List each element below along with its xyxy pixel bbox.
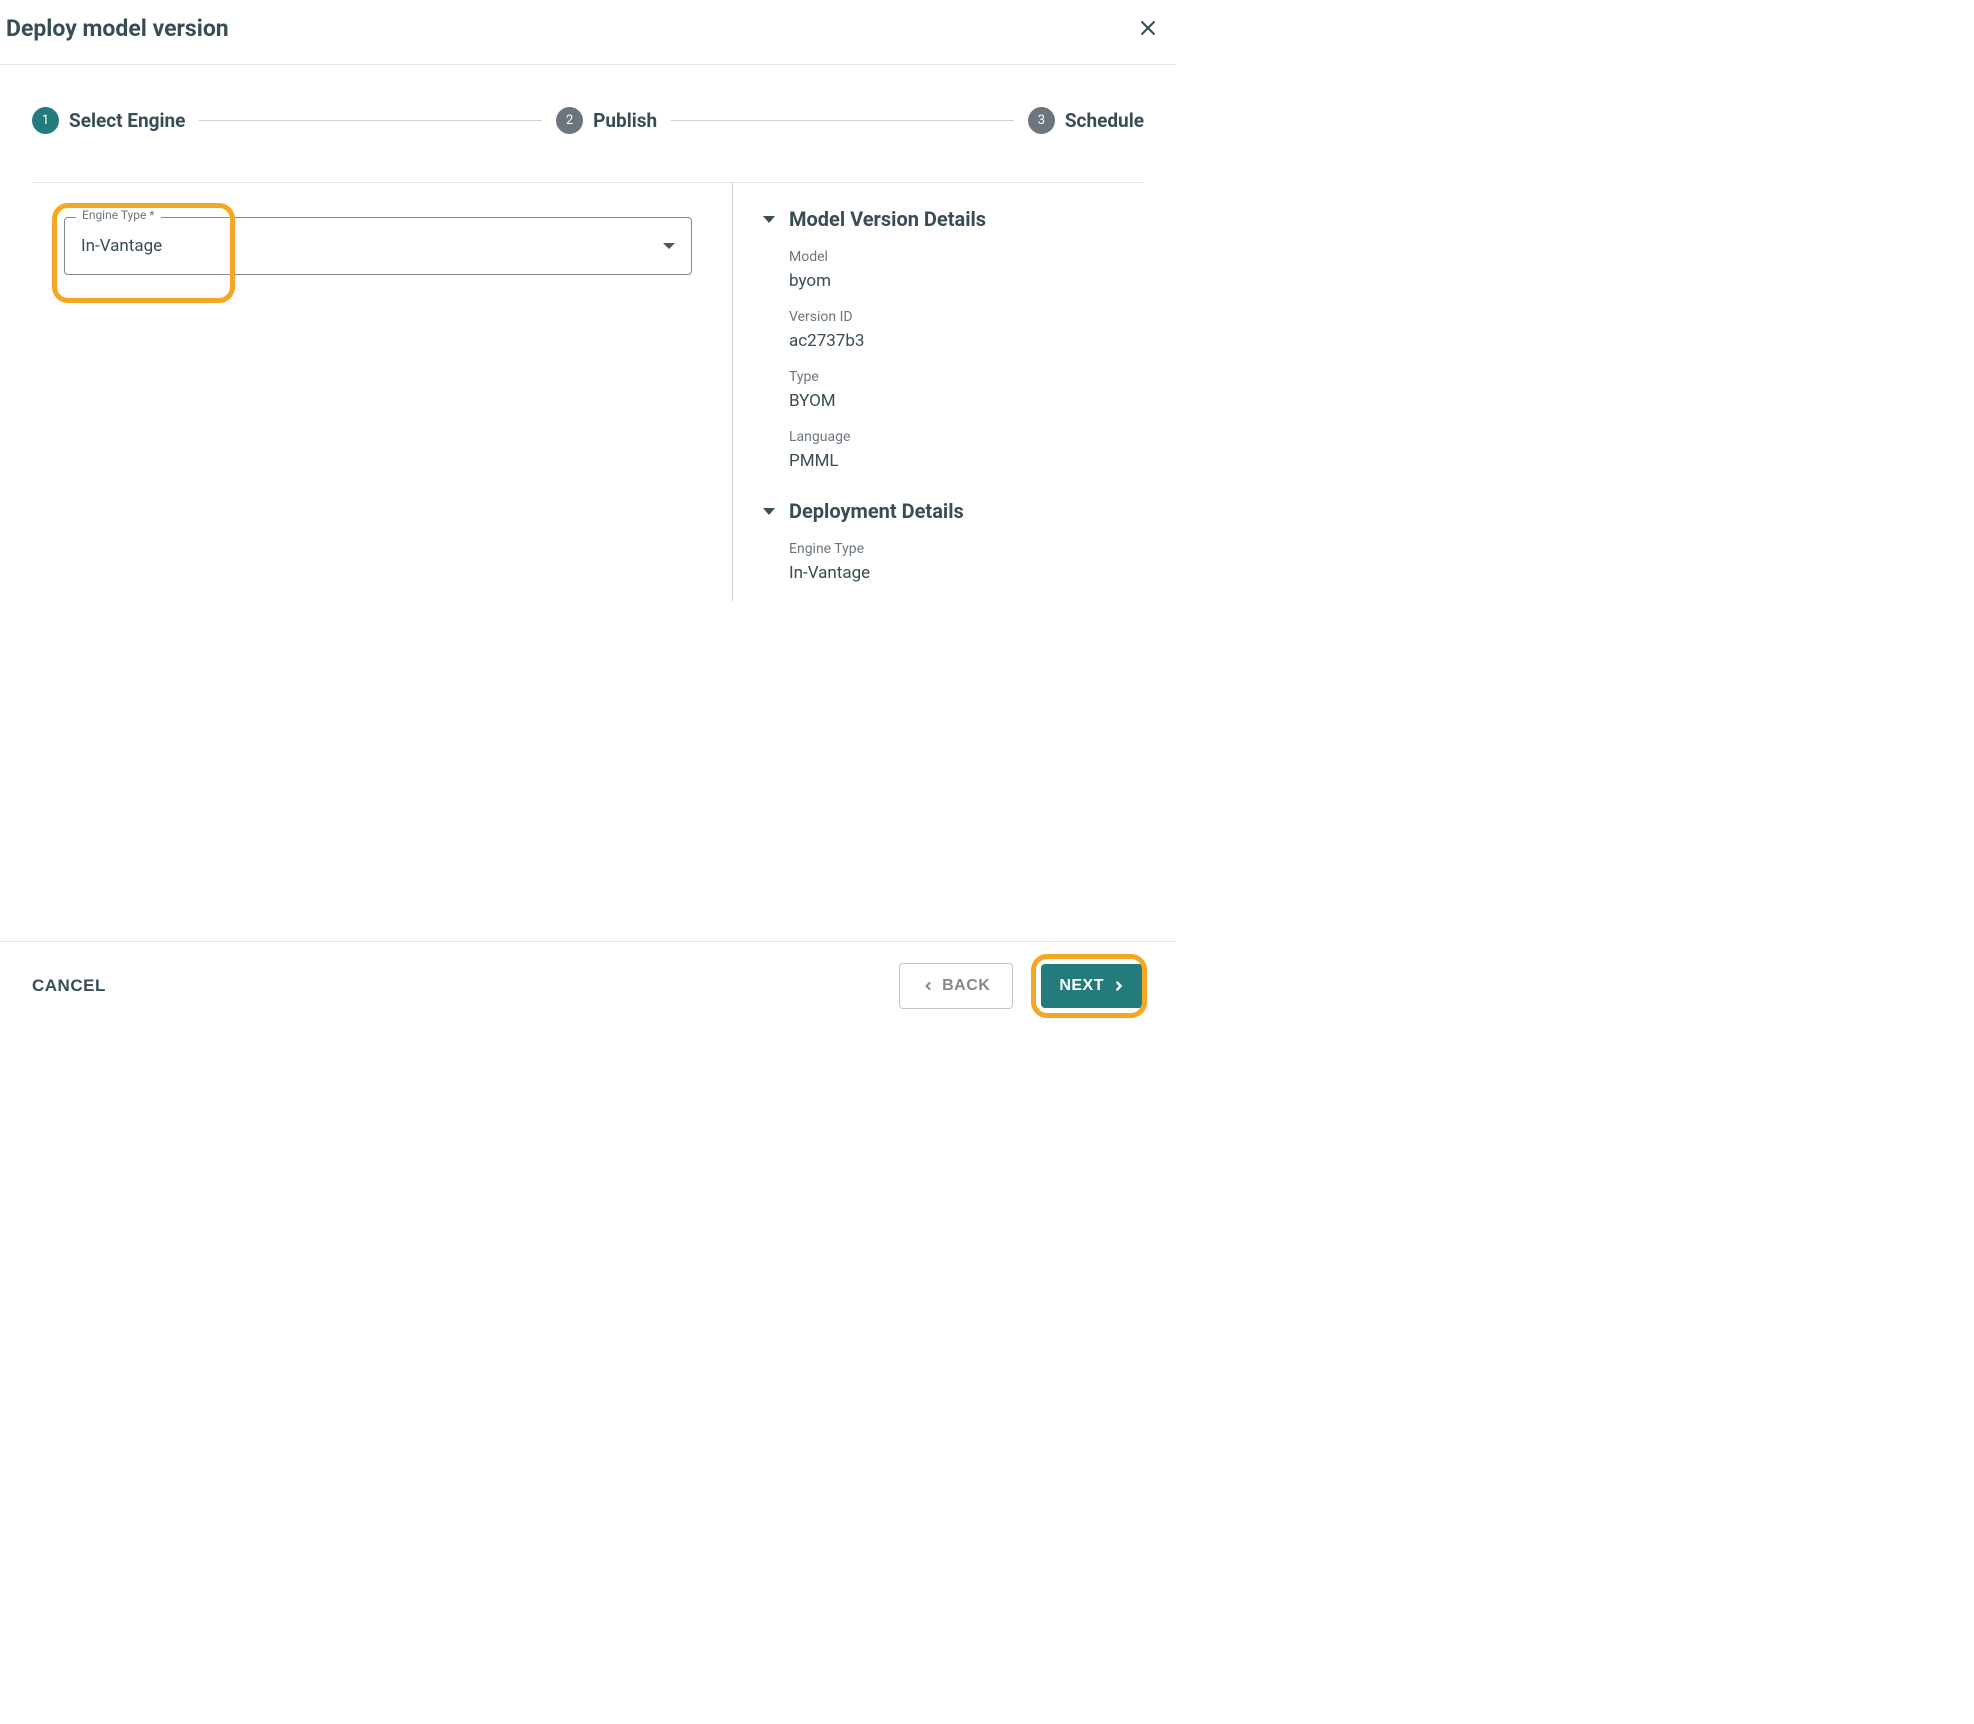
step-number-badge: 2 xyxy=(556,107,583,134)
detail-label: Type xyxy=(789,369,1112,385)
close-icon xyxy=(1138,18,1158,38)
section-title: Model Version Details xyxy=(789,207,986,231)
content-area: Engine Type * In-Vantage Model Version D… xyxy=(32,182,1144,601)
detail-model: Model byom xyxy=(789,249,1112,291)
section-title: Deployment Details xyxy=(789,499,964,523)
engine-type-value: In-Vantage xyxy=(81,236,162,256)
model-version-details-toggle[interactable]: Model Version Details xyxy=(763,207,1112,231)
detail-version-id: Version ID ac2737b3 xyxy=(789,309,1112,351)
left-panel: Engine Type * In-Vantage xyxy=(64,183,732,601)
engine-type-label: Engine Type * xyxy=(76,208,161,222)
chevron-right-icon xyxy=(1112,979,1126,993)
detail-engine-type: Engine Type In-Vantage xyxy=(789,541,1112,583)
detail-label: Language xyxy=(789,429,1112,445)
step-label: Schedule xyxy=(1065,109,1144,132)
step-publish[interactable]: 2 Publish xyxy=(556,107,657,134)
step-number-badge: 3 xyxy=(1028,107,1055,134)
modal-title: Deploy model version xyxy=(6,15,229,42)
close-button[interactable] xyxy=(1134,14,1162,42)
engine-type-select[interactable]: In-Vantage xyxy=(64,217,692,275)
detail-value: In-Vantage xyxy=(789,563,1112,583)
footer-right: BACK NEXT xyxy=(899,963,1144,1009)
detail-label: Version ID xyxy=(789,309,1112,325)
detail-label: Model xyxy=(789,249,1112,265)
step-number-badge: 1 xyxy=(32,107,59,134)
step-schedule[interactable]: 3 Schedule xyxy=(1028,107,1144,134)
step-select-engine[interactable]: 1 Select Engine xyxy=(32,107,185,134)
detail-label: Engine Type xyxy=(789,541,1112,557)
detail-value: PMML xyxy=(789,451,1112,471)
engine-type-field: Engine Type * In-Vantage xyxy=(64,217,708,275)
step-label: Publish xyxy=(593,109,657,132)
caret-down-icon xyxy=(763,216,775,223)
deployment-details-toggle[interactable]: Deployment Details xyxy=(763,499,1112,523)
detail-value: byom xyxy=(789,271,1112,291)
back-label: BACK xyxy=(942,977,990,995)
step-connector xyxy=(671,120,1014,121)
stepper: 1 Select Engine 2 Publish 3 Schedule xyxy=(0,65,1176,182)
chevron-down-icon xyxy=(663,243,675,249)
modal-header: Deploy model version xyxy=(0,0,1176,65)
detail-value: ac2737b3 xyxy=(789,331,1112,351)
modal-footer: CANCEL BACK NEXT xyxy=(0,941,1176,1029)
detail-type: Type BYOM xyxy=(789,369,1112,411)
detail-value: BYOM xyxy=(789,391,1112,411)
next-button[interactable]: NEXT xyxy=(1041,964,1144,1008)
cancel-button[interactable]: CANCEL xyxy=(32,976,106,996)
next-label: NEXT xyxy=(1059,977,1104,995)
detail-language: Language PMML xyxy=(789,429,1112,471)
step-connector xyxy=(199,120,542,121)
back-button[interactable]: BACK xyxy=(899,963,1013,1009)
chevron-left-icon xyxy=(922,980,934,992)
step-label: Select Engine xyxy=(69,109,185,132)
right-panel: Model Version Details Model byom Version… xyxy=(732,183,1112,601)
caret-down-icon xyxy=(763,508,775,515)
